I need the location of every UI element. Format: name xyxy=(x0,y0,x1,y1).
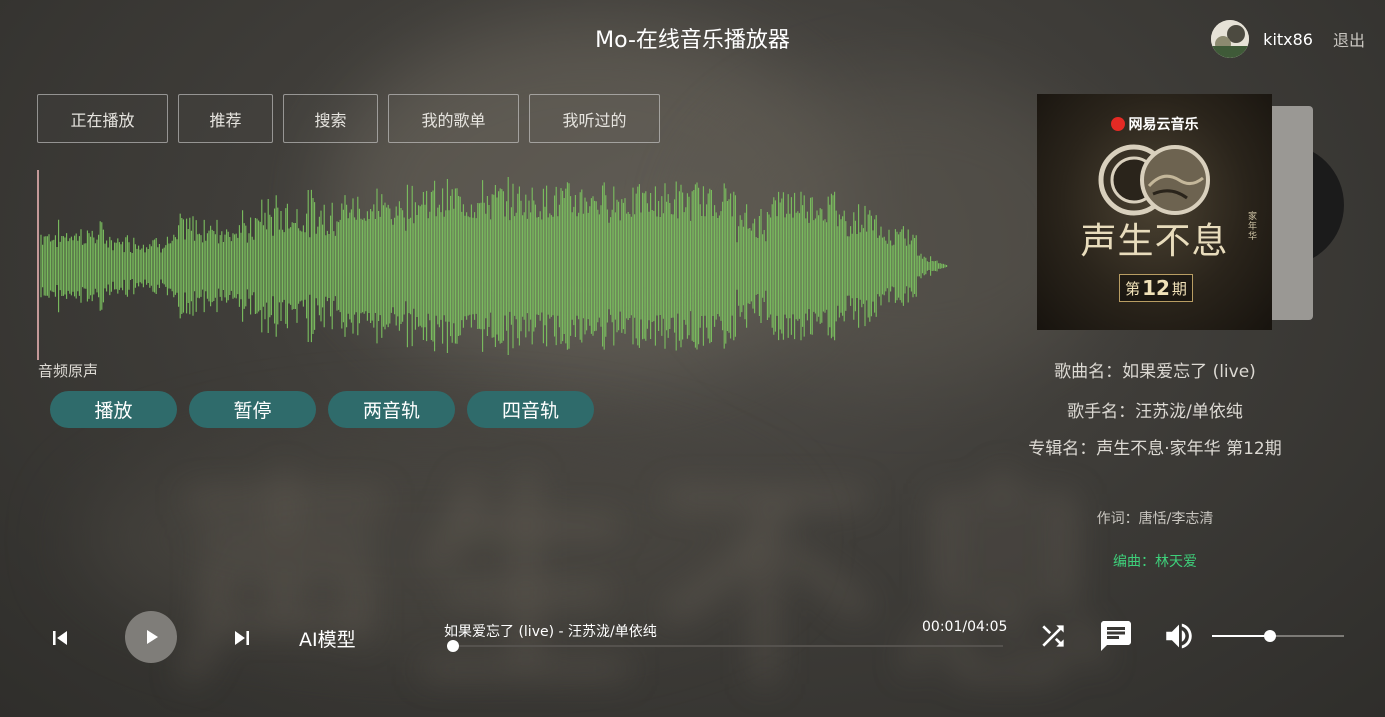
cover-episode-number: 12 xyxy=(1142,276,1170,300)
tab-history[interactable]: 我听过的 xyxy=(529,94,660,143)
play-icon xyxy=(147,630,158,644)
volume-up-icon[interactable] xyxy=(1162,619,1196,653)
waveform-bars xyxy=(40,177,948,355)
song-name: 歌曲名：如果爱忘了 (live) xyxy=(1054,362,1256,382)
now-playing-text: 如果爱忘了 (live) - 汪苏泷/单依纯 xyxy=(444,624,657,640)
cover-title: 声生不息 xyxy=(1080,221,1229,262)
skip-previous-icon[interactable] xyxy=(46,624,74,652)
app-title: Mo-在线音乐播放器 xyxy=(595,28,790,53)
play-button[interactable] xyxy=(125,611,177,663)
volume-slider[interactable] xyxy=(1212,630,1344,642)
lyric-line: 作词：唐恬/李志清 xyxy=(1096,511,1214,527)
audio-controls: 播放 暂停 两音轨 四音轨 xyxy=(50,391,606,428)
playback-time: 00:01/04:05 xyxy=(922,619,1008,635)
player-bar: AI模型 如果爱忘了 (live) - 汪苏泷/单依纯 00:01/04:05 xyxy=(0,600,1385,680)
logout-link[interactable]: 退出 xyxy=(1333,27,1365,51)
cover-subtitle: 家年华 xyxy=(1248,212,1258,242)
user-area: kitx86 退出 xyxy=(1211,20,1365,58)
tab-search[interactable]: 搜索 xyxy=(283,94,378,143)
tab-now-playing[interactable]: 正在播放 xyxy=(37,94,168,143)
cover-episode: 第 12 期 xyxy=(1119,274,1193,302)
cover-episode-suffix: 期 xyxy=(1171,279,1187,298)
play-audio-button[interactable]: 播放 xyxy=(50,391,177,428)
avatar-image xyxy=(1211,20,1250,58)
waveform[interactable] xyxy=(37,170,957,360)
lyric-line-active: 编曲：林天爱 xyxy=(1113,554,1197,570)
album-name: 专辑名：声生不息·家年华 第12期 xyxy=(1028,439,1282,459)
comment-icon[interactable] xyxy=(1098,618,1134,654)
progress-knob[interactable] xyxy=(447,640,460,652)
skip-next-icon[interactable] xyxy=(228,624,256,652)
main-nav: 正在播放 推荐 搜索 我的歌单 我听过的 xyxy=(37,94,670,143)
album-cover: 网易云音乐 声生不息 家年华 第 12 期 xyxy=(1037,94,1272,330)
four-tracks-button[interactable]: 四音轨 xyxy=(467,391,594,428)
volume-knob[interactable] xyxy=(1264,630,1277,642)
progress-bar[interactable] xyxy=(447,640,1003,652)
cover-episode-prefix: 第 xyxy=(1125,279,1141,298)
tab-my-playlists[interactable]: 我的歌单 xyxy=(388,94,519,143)
singer-name: 歌手名：汪苏泷/单依纯 xyxy=(1067,402,1243,422)
username: kitx86 xyxy=(1263,29,1313,49)
tab-recommend[interactable]: 推荐 xyxy=(178,94,273,143)
waveform-label: 音频原声 xyxy=(38,362,99,380)
volume-fill xyxy=(1212,635,1271,637)
pause-audio-button[interactable]: 暂停 xyxy=(189,391,316,428)
ai-model-button[interactable]: AI模型 xyxy=(299,625,356,652)
record-sleeve xyxy=(1265,106,1313,320)
two-tracks-button[interactable]: 两音轨 xyxy=(328,391,455,428)
album-cover-area: 网易云音乐 声生不息 家年华 第 12 期 xyxy=(1037,94,1344,330)
avatar[interactable] xyxy=(1211,20,1250,58)
shuffle-icon[interactable] xyxy=(1037,620,1069,652)
